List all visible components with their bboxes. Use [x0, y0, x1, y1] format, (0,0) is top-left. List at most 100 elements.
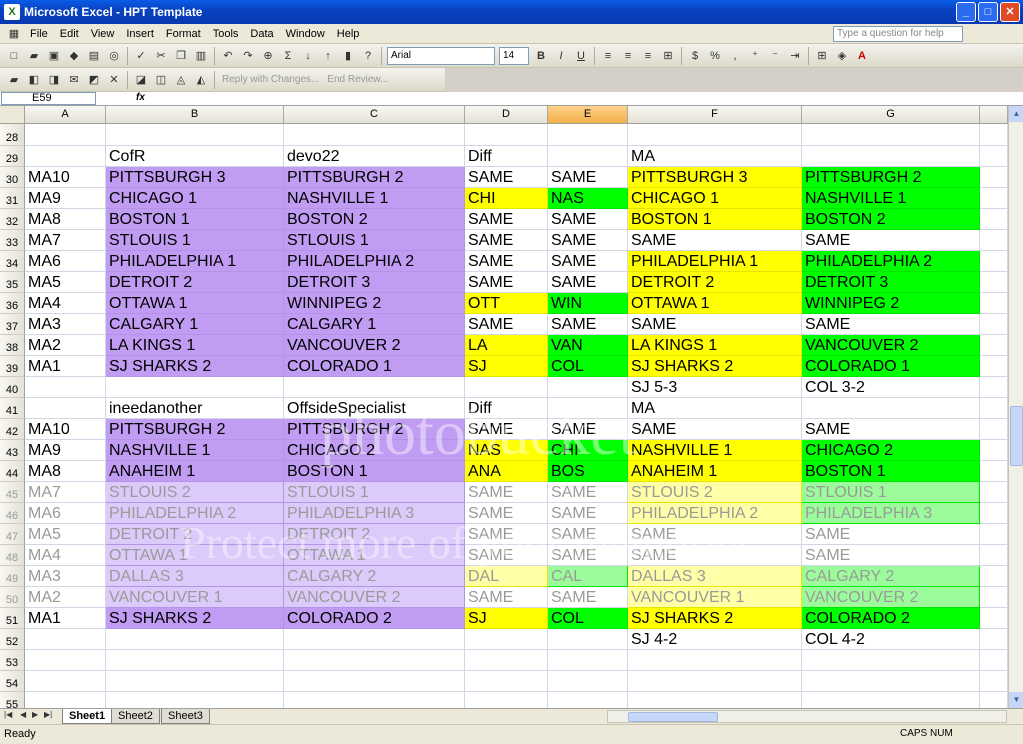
scroll-up-arrow[interactable]: ▲ [1009, 106, 1023, 122]
cell[interactable] [106, 124, 284, 146]
cell[interactable]: BOSTON 2 [284, 209, 465, 230]
cell[interactable]: BOSTON 1 [802, 461, 980, 482]
column-header[interactable] [980, 106, 1008, 124]
cell[interactable] [980, 377, 1008, 398]
cell[interactable]: NASHVILLE 1 [802, 188, 980, 209]
cell[interactable] [628, 650, 802, 671]
cell[interactable]: STLOUIS 1 [284, 230, 465, 251]
review-icon[interactable]: ◧ [26, 72, 42, 88]
cell[interactable]: SAME [548, 482, 628, 503]
cell[interactable] [548, 629, 628, 650]
cell[interactable]: PHILADELPHIA 1 [628, 251, 802, 272]
underline-icon[interactable]: U [573, 48, 589, 64]
column-header[interactable]: A [25, 106, 106, 124]
cell[interactable] [25, 650, 106, 671]
cell[interactable] [802, 124, 980, 146]
cell[interactable]: DALLAS 3 [106, 566, 284, 587]
name-box[interactable]: E59 [1, 92, 96, 105]
cell[interactable] [548, 650, 628, 671]
cell[interactable] [980, 629, 1008, 650]
cell[interactable] [284, 650, 465, 671]
cell[interactable]: MA5 [25, 272, 106, 293]
cell[interactable]: SAME [628, 230, 802, 251]
cell[interactable] [465, 124, 548, 146]
cell[interactable]: SJ 5-3 [628, 377, 802, 398]
cell[interactable]: BOSTON 1 [284, 461, 465, 482]
cell[interactable]: SAME [465, 482, 548, 503]
cell[interactable] [548, 146, 628, 167]
cell[interactable]: ANAHEIM 1 [628, 461, 802, 482]
cell[interactable]: SAME [465, 524, 548, 545]
cell[interactable]: Diff [465, 398, 548, 419]
cell[interactable]: MA [628, 146, 802, 167]
cell[interactable]: BOSTON 1 [628, 209, 802, 230]
row-header[interactable]: 41 [0, 398, 25, 419]
cell[interactable]: SJ SHARKS 2 [106, 608, 284, 629]
cell[interactable]: SAME [802, 524, 980, 545]
document-icon[interactable]: ▦ [6, 26, 22, 42]
cell[interactable]: COL [548, 356, 628, 377]
cell[interactable]: SAME [465, 272, 548, 293]
cell[interactable] [980, 461, 1008, 482]
cell[interactable] [980, 209, 1008, 230]
review-icon[interactable]: ◨ [46, 72, 62, 88]
cell[interactable]: PHILADELPHIA 2 [106, 503, 284, 524]
cell[interactable] [802, 398, 980, 419]
cell[interactable]: CHICAGO 2 [284, 440, 465, 461]
row-header[interactable]: 43 [0, 440, 25, 461]
row-header[interactable]: 52 [0, 629, 25, 650]
cell[interactable] [980, 419, 1008, 440]
cell[interactable] [980, 650, 1008, 671]
permission-icon[interactable]: ◆ [66, 48, 82, 64]
cell[interactable] [25, 629, 106, 650]
cell[interactable]: SJ SHARKS 2 [106, 356, 284, 377]
percent-icon[interactable]: % [707, 48, 723, 64]
menu-insert[interactable]: Insert [120, 28, 160, 40]
cell[interactable]: MA6 [25, 251, 106, 272]
cell[interactable]: DETROIT 3 [284, 272, 465, 293]
cell[interactable]: COLORADO 2 [284, 608, 465, 629]
cell[interactable]: VAN [548, 335, 628, 356]
row-header[interactable]: 42 [0, 419, 25, 440]
cell[interactable]: LA KINGS 1 [106, 335, 284, 356]
cell[interactable]: PITTSBURGH 3 [106, 167, 284, 188]
cell[interactable]: PITTSBURGH 2 [802, 167, 980, 188]
cell[interactable] [284, 629, 465, 650]
cell[interactable]: BOSTON 1 [106, 209, 284, 230]
cell[interactable]: SJ [465, 356, 548, 377]
comma-icon[interactable]: , [727, 48, 743, 64]
cell[interactable]: NAS [548, 188, 628, 209]
cell[interactable] [548, 671, 628, 692]
sheet-tab-sheet3[interactable]: Sheet3 [161, 709, 210, 724]
cell[interactable]: SAME [548, 503, 628, 524]
horizontal-scrollbar[interactable] [607, 710, 1007, 723]
next-sheet-arrow[interactable]: ▶ [32, 710, 38, 719]
cell[interactable] [106, 629, 284, 650]
spelling-icon[interactable]: ✓ [133, 48, 149, 64]
font-color-icon[interactable]: A [854, 48, 870, 64]
cell[interactable]: MA1 [25, 608, 106, 629]
paste-icon[interactable]: ▥ [193, 48, 209, 64]
cell[interactable] [284, 692, 465, 708]
cell[interactable]: CofR [106, 146, 284, 167]
cell[interactable]: DETROIT 2 [284, 524, 465, 545]
cell[interactable]: SAME [465, 419, 548, 440]
end-review-button[interactable]: End Review... [327, 74, 388, 85]
cell[interactable]: SJ SHARKS 2 [628, 356, 802, 377]
cell[interactable]: COL 4-2 [802, 629, 980, 650]
align-center-icon[interactable]: ≡ [620, 48, 636, 64]
cell[interactable] [25, 692, 106, 708]
vertical-scrollbar[interactable]: ▲ ▼ [1008, 106, 1023, 708]
bold-icon[interactable]: B [533, 48, 549, 64]
prev-sheet-arrow[interactable]: ◀ [20, 710, 26, 719]
row-header[interactable]: 29 [0, 146, 25, 167]
cell[interactable]: VANCOUVER 2 [802, 587, 980, 608]
cell[interactable]: STLOUIS 2 [106, 482, 284, 503]
cell[interactable]: SAME [548, 419, 628, 440]
cell[interactable]: Diff [465, 146, 548, 167]
folder-icon[interactable]: ▰ [6, 72, 22, 88]
sort-ascending-icon[interactable]: ↓ [300, 48, 316, 64]
column-header[interactable]: D [465, 106, 548, 124]
sheet-tab-sheet2[interactable]: Sheet2 [111, 709, 160, 724]
redo-icon[interactable]: ↷ [240, 48, 256, 64]
